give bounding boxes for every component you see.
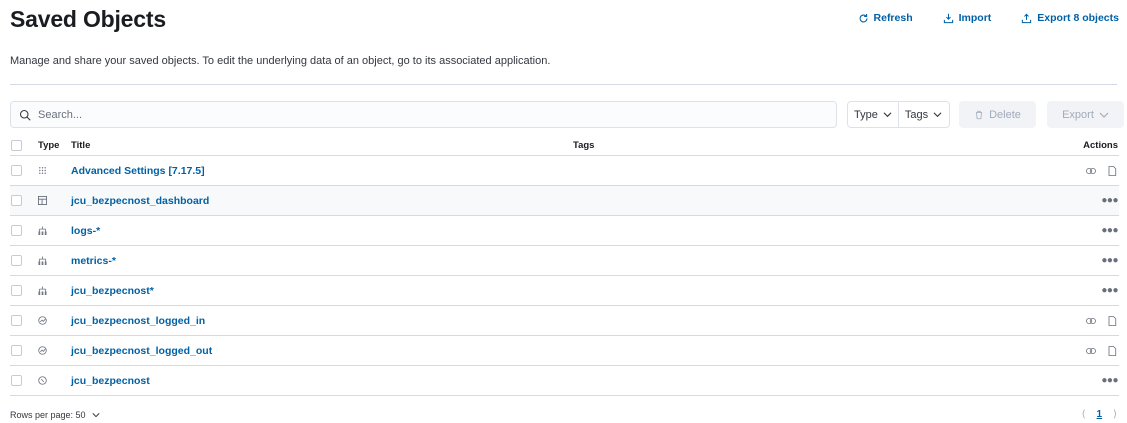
page-title: Saved Objects (10, 6, 166, 32)
table-row: jcu_bezpecnost* ●●● (10, 276, 1119, 306)
object-title-link[interactable]: Advanced Settings [7.17.5] (71, 165, 573, 177)
type-filter-label: Type (854, 108, 878, 121)
refresh-icon (859, 13, 868, 22)
object-title-link[interactable]: jcu_bezpecnost_logged_in (71, 315, 573, 327)
object-title-link[interactable]: jcu_bezpecnost* (71, 285, 573, 297)
tags-filter-label: Tags (904, 108, 929, 121)
actions-column-header: Actions (1083, 139, 1118, 151)
type-filter-button[interactable]: Type (848, 102, 898, 127)
import-icon (943, 13, 953, 23)
index-pattern-icon (38, 256, 47, 265)
refresh-label: Refresh (873, 12, 913, 24)
export-button[interactable]: Export (1047, 101, 1124, 128)
relationships-icon[interactable] (1106, 315, 1118, 327)
table-row: metrics-* ●●● (10, 246, 1119, 276)
page-description: Manage and share your saved objects. To … (10, 55, 551, 67)
advanced-settings-icon (39, 167, 46, 174)
rows-per-page-label: Rows per page: 50 (10, 409, 86, 420)
export-icon (1022, 13, 1032, 23)
header-actions: Refresh Import Export 8 objects (858, 12, 1119, 24)
row-checkbox[interactable] (11, 225, 22, 236)
export-all-button[interactable]: Export 8 objects (1021, 12, 1119, 24)
import-label: Import (958, 12, 992, 24)
inspect-icon[interactable] (1085, 165, 1097, 177)
index-pattern-icon (38, 226, 47, 235)
import-button[interactable]: Import (943, 12, 992, 24)
previous-page-icon[interactable]: ⟨ (1082, 409, 1086, 420)
row-checkbox[interactable] (11, 255, 22, 266)
table-row: jcu_bezpecnost_logged_out (10, 336, 1119, 366)
rows-per-page-button[interactable]: Rows per page: 50 (10, 410, 100, 420)
table-header: Type Title Tags Actions (10, 135, 1119, 156)
table-row: jcu_bezpecnost_dashboard ●●● (10, 186, 1119, 216)
saved-search-icon (38, 376, 47, 385)
visualization-icon (38, 316, 47, 325)
row-checkbox[interactable] (11, 165, 22, 176)
title-column-header[interactable]: Title (71, 140, 573, 151)
chevron-down-icon (1099, 112, 1109, 118)
table-row: Advanced Settings [7.17.5] (10, 156, 1119, 186)
header-divider (10, 84, 1117, 85)
refresh-button[interactable]: Refresh (858, 12, 913, 24)
more-actions-icon[interactable]: ●●● (1101, 255, 1118, 266)
more-actions-icon[interactable]: ●●● (1101, 195, 1118, 206)
dashboard-icon (38, 196, 47, 205)
delete-label: Delete (989, 108, 1021, 121)
page-number-button[interactable]: 1 (1097, 409, 1103, 420)
trash-icon (975, 110, 983, 119)
search-input[interactable] (38, 108, 818, 121)
more-actions-icon[interactable]: ●●● (1101, 225, 1118, 236)
row-checkbox[interactable] (11, 375, 22, 386)
object-title-link[interactable]: jcu_bezpecnost_logged_out (71, 345, 573, 357)
object-title-link[interactable]: metrics-* (71, 255, 573, 267)
saved-objects-table: Type Title Tags Actions Advanced Setting… (10, 135, 1119, 396)
row-checkbox[interactable] (11, 285, 22, 296)
table-footer: Rows per page: 50 ⟨ 1 ⟩ (10, 409, 1117, 420)
export-all-label: Export 8 objects (1037, 12, 1119, 24)
chevron-down-icon (92, 412, 100, 417)
chevron-down-icon (933, 112, 942, 118)
object-title-link[interactable]: jcu_bezpecnost_dashboard (71, 195, 573, 207)
delete-button[interactable]: Delete (959, 101, 1036, 128)
table-row: logs-* ●●● (10, 216, 1119, 246)
export-label: Export (1062, 108, 1094, 121)
table-row: jcu_bezpecnost ●●● (10, 366, 1119, 396)
tags-column-header: Tags (573, 139, 595, 151)
type-column-header: Type (38, 139, 60, 151)
index-pattern-icon (38, 286, 47, 295)
row-checkbox[interactable] (11, 345, 22, 356)
tags-filter-button[interactable]: Tags (897, 102, 948, 127)
search-icon (19, 109, 31, 121)
table-row: jcu_bezpecnost_logged_in (10, 306, 1119, 336)
relationships-icon[interactable] (1106, 345, 1118, 357)
object-title-link[interactable]: logs-* (71, 225, 573, 237)
inspect-icon[interactable] (1085, 345, 1097, 357)
select-all-checkbox[interactable] (11, 139, 22, 151)
more-actions-icon[interactable]: ●●● (1101, 285, 1118, 296)
visualization-icon (38, 346, 47, 355)
row-checkbox[interactable] (11, 315, 22, 326)
search-box[interactable] (10, 101, 837, 128)
relationships-icon[interactable] (1106, 165, 1118, 177)
chevron-down-icon (883, 112, 892, 118)
object-title-link[interactable]: jcu_bezpecnost (71, 375, 573, 387)
inspect-icon[interactable] (1085, 315, 1097, 327)
row-checkbox[interactable] (11, 195, 22, 206)
next-page-icon[interactable]: ⟩ (1113, 409, 1117, 420)
pagination: ⟨ 1 ⟩ (1082, 409, 1117, 420)
filter-group: Type Tags (847, 101, 950, 128)
more-actions-icon[interactable]: ●●● (1101, 375, 1118, 386)
